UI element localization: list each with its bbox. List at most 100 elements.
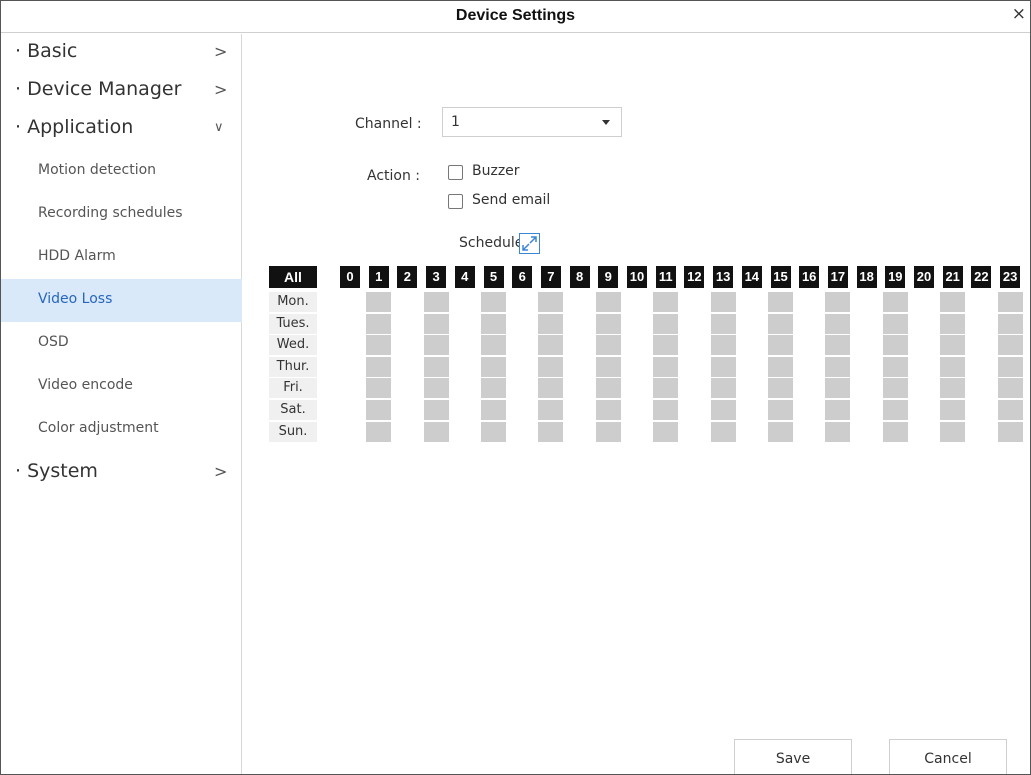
- schedule-all-button[interactable]: All: [269, 266, 317, 288]
- schedule-cell-selected[interactable]: [825, 313, 851, 334]
- schedule-cell-selected[interactable]: [595, 335, 621, 356]
- schedule-cell-selected[interactable]: [481, 335, 506, 356]
- schedule-cell-selected[interactable]: [366, 378, 392, 399]
- nav-system[interactable]: · System >: [1, 454, 242, 492]
- schedule-cell-selected[interactable]: [481, 313, 506, 334]
- schedule-cell-selected[interactable]: [882, 335, 908, 356]
- schedule-cell-selected[interactable]: [768, 356, 793, 377]
- hour-header-12[interactable]: 12: [684, 266, 705, 288]
- sidebar-item-osd[interactable]: OSD: [1, 322, 242, 365]
- channel-select[interactable]: 1: [442, 107, 622, 137]
- schedule-cell-selected[interactable]: [710, 378, 736, 399]
- day-label-fri[interactable]: Fri.: [269, 378, 317, 399]
- schedule-cell-selected[interactable]: [825, 292, 851, 312]
- schedule-cell-selected[interactable]: [997, 313, 1023, 334]
- schedule-cell-selected[interactable]: [710, 313, 736, 334]
- hour-header-10[interactable]: 10: [627, 266, 647, 288]
- schedule-cell-selected[interactable]: [538, 313, 564, 334]
- save-button[interactable]: Save: [734, 739, 852, 774]
- schedule-cell-selected[interactable]: [940, 378, 966, 399]
- schedule-cell-selected[interactable]: [538, 400, 564, 420]
- schedule-cell-selected[interactable]: [481, 378, 506, 399]
- schedule-cell-selected[interactable]: [595, 421, 621, 442]
- cancel-button[interactable]: Cancel: [889, 739, 1007, 774]
- sidebar-item-hdd-alarm[interactable]: HDD Alarm: [1, 236, 242, 279]
- schedule-cell-selected[interactable]: [768, 335, 793, 356]
- hour-header-14[interactable]: 14: [741, 266, 762, 288]
- schedule-cell-selected[interactable]: [653, 292, 679, 312]
- schedule-cell-selected[interactable]: [825, 378, 851, 399]
- schedule-cell-selected[interactable]: [710, 292, 736, 312]
- schedule-cell-selected[interactable]: [825, 400, 851, 420]
- hour-header-2[interactable]: 2: [397, 266, 418, 288]
- schedule-cell-selected[interactable]: [825, 335, 851, 356]
- hour-header-0[interactable]: 0: [340, 266, 360, 288]
- schedule-cell-selected[interactable]: [710, 400, 736, 420]
- hour-header-16[interactable]: 16: [799, 266, 820, 288]
- day-label-mon[interactable]: Mon.: [269, 292, 317, 312]
- hour-header-3[interactable]: 3: [426, 266, 447, 288]
- schedule-cell-selected[interactable]: [366, 356, 392, 377]
- schedule-cell-selected[interactable]: [882, 421, 908, 442]
- schedule-cell-selected[interactable]: [481, 400, 506, 420]
- send-email-option[interactable]: Send email: [448, 192, 578, 212]
- sidebar-item-motion-detection[interactable]: Motion detection: [1, 150, 242, 193]
- hour-header-15[interactable]: 15: [770, 266, 791, 288]
- schedule-cell-selected[interactable]: [940, 400, 966, 420]
- expand-icon[interactable]: [519, 233, 540, 254]
- schedule-cell-selected[interactable]: [653, 313, 679, 334]
- schedule-cell-selected[interactable]: [595, 356, 621, 377]
- schedule-cell-selected[interactable]: [940, 335, 966, 356]
- schedule-cell-selected[interactable]: [768, 313, 793, 334]
- schedule-cell-selected[interactable]: [423, 400, 449, 420]
- hour-header-18[interactable]: 18: [856, 266, 877, 288]
- schedule-cell-selected[interactable]: [538, 378, 564, 399]
- schedule-cell-selected[interactable]: [538, 335, 564, 356]
- hour-header-8[interactable]: 8: [569, 266, 590, 288]
- schedule-cell-selected[interactable]: [481, 421, 506, 442]
- sidebar-item-video-encode[interactable]: Video encode: [1, 365, 242, 408]
- nav-application[interactable]: · Application ∨: [1, 110, 242, 148]
- schedule-cell-selected[interactable]: [366, 400, 392, 420]
- buzzer-option[interactable]: Buzzer: [448, 163, 568, 183]
- hour-header-20[interactable]: 20: [914, 266, 934, 288]
- schedule-cell-selected[interactable]: [997, 378, 1023, 399]
- schedule-cell-selected[interactable]: [768, 421, 793, 442]
- schedule-cell-selected[interactable]: [595, 400, 621, 420]
- schedule-cell-selected[interactable]: [940, 421, 966, 442]
- schedule-cell-selected[interactable]: [423, 378, 449, 399]
- day-label-sun[interactable]: Sun.: [269, 421, 317, 442]
- schedule-cell-selected[interactable]: [940, 356, 966, 377]
- day-label-thur[interactable]: Thur.: [269, 356, 317, 377]
- schedule-cell-selected[interactable]: [710, 335, 736, 356]
- hour-header-23[interactable]: 23: [1000, 266, 1021, 288]
- schedule-cell-selected[interactable]: [768, 378, 793, 399]
- schedule-cell-selected[interactable]: [653, 356, 679, 377]
- schedule-cell-selected[interactable]: [366, 313, 392, 334]
- sidebar-item-video-loss[interactable]: Video Loss: [1, 279, 242, 322]
- hour-header-21[interactable]: 21: [942, 266, 963, 288]
- schedule-cell-selected[interactable]: [423, 356, 449, 377]
- schedule-cell-selected[interactable]: [825, 356, 851, 377]
- hour-header-17[interactable]: 17: [827, 266, 848, 288]
- schedule-cell-selected[interactable]: [423, 313, 449, 334]
- schedule-cell-selected[interactable]: [997, 292, 1023, 312]
- hour-header-11[interactable]: 11: [655, 266, 676, 288]
- schedule-cell-selected[interactable]: [481, 292, 506, 312]
- schedule-cell-selected[interactable]: [653, 335, 679, 356]
- sidebar-item-color-adjustment[interactable]: Color adjustment: [1, 408, 242, 451]
- schedule-cell-selected[interactable]: [423, 335, 449, 356]
- schedule-cell-selected[interactable]: [481, 356, 506, 377]
- hour-header-19[interactable]: 19: [885, 266, 906, 288]
- hour-header-7[interactable]: 7: [540, 266, 561, 288]
- schedule-cell-selected[interactable]: [653, 400, 679, 420]
- schedule-cell-selected[interactable]: [882, 378, 908, 399]
- schedule-cell-selected[interactable]: [997, 421, 1023, 442]
- sidebar-item-recording-schedules[interactable]: Recording schedules: [1, 193, 242, 236]
- schedule-cell-selected[interactable]: [538, 356, 564, 377]
- hour-header-13[interactable]: 13: [713, 266, 734, 288]
- schedule-cell-selected[interactable]: [882, 292, 908, 312]
- schedule-cell-selected[interactable]: [595, 313, 621, 334]
- hour-header-6[interactable]: 6: [512, 266, 533, 288]
- schedule-cell-selected[interactable]: [882, 400, 908, 420]
